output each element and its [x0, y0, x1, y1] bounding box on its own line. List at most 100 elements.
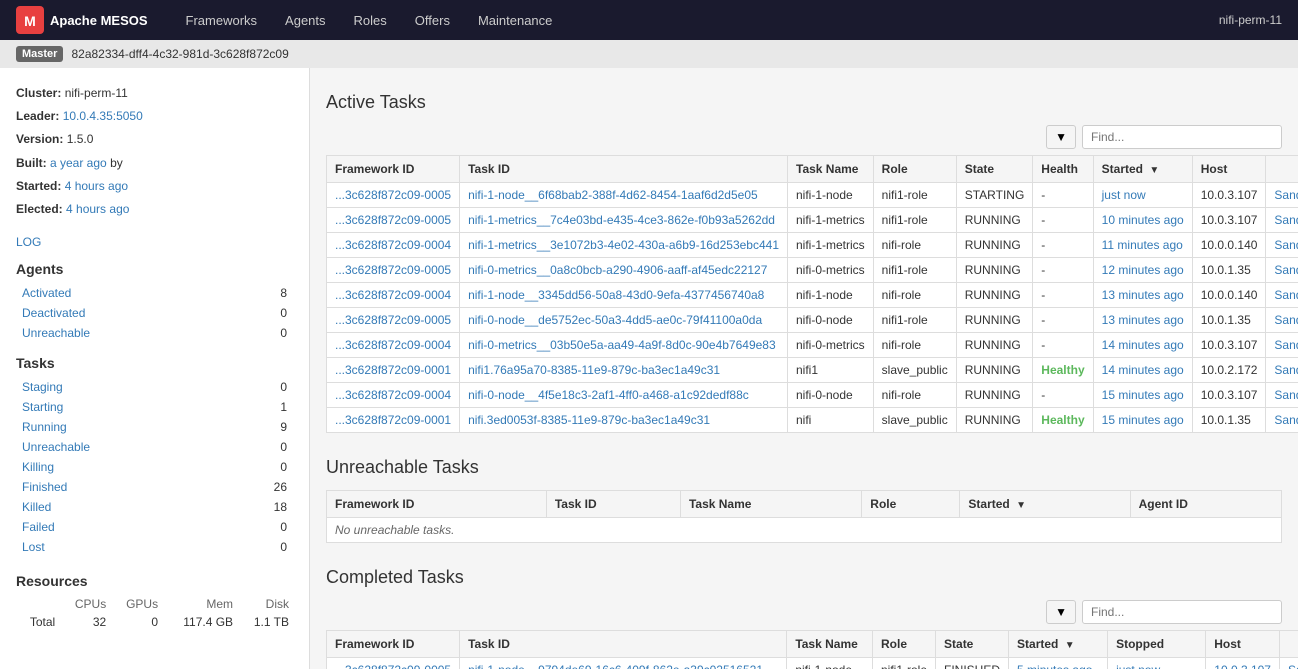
- stopped-link[interactable]: just now: [1116, 663, 1160, 669]
- sandbox-link[interactable]: Sandbox: [1288, 663, 1298, 669]
- nav-maintenance[interactable]: Maintenance: [464, 0, 566, 40]
- task-id-link[interactable]: nifi-0-metrics__03b50e5a-aa49-4a9f-8d0c-…: [468, 338, 776, 352]
- started-value[interactable]: 4 hours ago: [65, 179, 128, 193]
- framework-id-link[interactable]: ...3c628f872c09-0001: [335, 363, 451, 377]
- framework-id-link[interactable]: ...3c628f872c09-0005: [335, 313, 451, 327]
- leader-link[interactable]: 10.0.4.35:5050: [63, 109, 143, 123]
- started-link[interactable]: 5 minutes ago: [1017, 663, 1092, 669]
- completed-col-task-id[interactable]: Task ID: [460, 631, 787, 658]
- started-link[interactable]: just now: [1102, 188, 1146, 202]
- active-col-host[interactable]: Host: [1192, 156, 1266, 183]
- unreachable-col-task-name[interactable]: Task Name: [680, 491, 861, 518]
- sandbox-link[interactable]: Sandbox: [1274, 313, 1298, 327]
- started-link[interactable]: 13 minutes ago: [1102, 288, 1184, 302]
- active-col-started[interactable]: Started ▼: [1093, 156, 1192, 183]
- framework-id-link[interactable]: ...3c628f872c09-0005: [335, 188, 451, 202]
- started-link[interactable]: 13 minutes ago: [1102, 313, 1184, 327]
- unreachable-col-task-id[interactable]: Task ID: [546, 491, 680, 518]
- started-link[interactable]: 12 minutes ago: [1102, 263, 1184, 277]
- task-id-link[interactable]: nifi-1-metrics__3e1072b3-4e02-430a-a6b9-…: [468, 238, 779, 252]
- started-link[interactable]: 14 minutes ago: [1102, 338, 1184, 352]
- task-id-link[interactable]: nifi-1-metrics__7c4e03bd-e435-4ce3-862e-…: [468, 213, 775, 227]
- task-id-link[interactable]: nifi-0-node__4f5e18c3-2af1-4ff0-a468-a1c…: [468, 388, 749, 402]
- tasks-finished[interactable]: Finished 26: [16, 477, 293, 497]
- task-id-link[interactable]: nifi-1-node__6f68bab2-388f-4d62-8454-1aa…: [468, 188, 758, 202]
- framework-id-link[interactable]: ...3c628f872c09-0004: [335, 288, 451, 302]
- unreachable-col-framework-id[interactable]: Framework ID: [327, 491, 547, 518]
- tasks-unreachable[interactable]: Unreachable 0: [16, 437, 293, 457]
- sandbox-link[interactable]: Sandbox: [1274, 213, 1298, 227]
- completed-tasks-search[interactable]: [1082, 600, 1282, 624]
- host-link[interactable]: 10.0.3.107: [1214, 663, 1271, 669]
- started-link[interactable]: 11 minutes ago: [1102, 238, 1183, 252]
- task-id-link[interactable]: nifi-1-node__3345dd56-50a8-43d0-9efa-437…: [468, 288, 764, 302]
- unreachable-col-started[interactable]: Started ▼: [960, 491, 1130, 518]
- sandbox-link[interactable]: Sandbox: [1274, 413, 1298, 427]
- log-link[interactable]: LOG: [16, 235, 293, 249]
- sandbox-link[interactable]: Sandbox: [1274, 288, 1298, 302]
- tasks-killing[interactable]: Killing 0: [16, 457, 293, 477]
- agents-deactivated[interactable]: Deactivated 0: [16, 303, 293, 323]
- active-col-role[interactable]: Role: [873, 156, 956, 183]
- framework-id-link[interactable]: ...3c628f872c09-0005: [335, 663, 451, 669]
- active-col-framework-id[interactable]: Framework ID: [327, 156, 460, 183]
- task-id-link[interactable]: nifi-0-metrics__0a8c0bcb-a290-4906-aaff-…: [468, 263, 767, 277]
- sandbox-link[interactable]: Sandbox: [1274, 238, 1298, 252]
- completed-col-host[interactable]: Host: [1206, 631, 1280, 658]
- completed-col-task-name[interactable]: Task Name: [787, 631, 873, 658]
- master-badge: Master: [16, 46, 63, 62]
- completed-tasks-filter-button[interactable]: ▼: [1046, 600, 1076, 624]
- built-value[interactable]: a year ago: [50, 156, 107, 170]
- sandbox-link[interactable]: Sandbox: [1274, 363, 1298, 377]
- tasks-running[interactable]: Running 9: [16, 417, 293, 437]
- task-id-link[interactable]: nifi.3ed0053f-8385-11e9-879c-ba3ec1a49c3…: [468, 413, 710, 427]
- active-tasks-filter-button[interactable]: ▼: [1046, 125, 1076, 149]
- cell-host: 10.0.3.107: [1206, 658, 1280, 669]
- active-col-task-id[interactable]: Task ID: [460, 156, 788, 183]
- agents-activated[interactable]: Activated 8: [16, 283, 293, 303]
- tasks-staging-label: Staging: [22, 380, 63, 394]
- completed-col-role[interactable]: Role: [872, 631, 935, 658]
- completed-col-started[interactable]: Started ▼: [1009, 631, 1108, 658]
- sandbox-link[interactable]: Sandbox: [1274, 388, 1298, 402]
- framework-id-link[interactable]: ...3c628f872c09-0004: [335, 388, 451, 402]
- unreachable-col-agent-id[interactable]: Agent ID: [1130, 491, 1281, 518]
- tasks-starting[interactable]: Starting 1: [16, 397, 293, 417]
- framework-id-link[interactable]: ...3c628f872c09-0001: [335, 413, 451, 427]
- completed-col-state[interactable]: State: [936, 631, 1009, 658]
- active-tasks-search[interactable]: [1082, 125, 1282, 149]
- task-id-link[interactable]: nifi1.76a95a70-8385-11e9-879c-ba3ec1a49c…: [468, 363, 720, 377]
- framework-id-link[interactable]: ...3c628f872c09-0005: [335, 263, 451, 277]
- active-col-state[interactable]: State: [956, 156, 1033, 183]
- completed-col-stopped[interactable]: Stopped: [1108, 631, 1206, 658]
- sandbox-link[interactable]: Sandbox: [1274, 263, 1298, 277]
- nav-offers[interactable]: Offers: [401, 0, 464, 40]
- started-link[interactable]: 15 minutes ago: [1102, 388, 1184, 402]
- nav-agents[interactable]: Agents: [271, 0, 339, 40]
- task-id-link[interactable]: nifi-1-node__9794de69-16c6-409f-862e-a39…: [468, 663, 763, 669]
- nav-frameworks[interactable]: Frameworks: [172, 0, 272, 40]
- unreachable-col-role[interactable]: Role: [862, 491, 960, 518]
- started-link[interactable]: 14 minutes ago: [1102, 363, 1184, 377]
- framework-id-link[interactable]: ...3c628f872c09-0004: [335, 238, 451, 252]
- agents-unreachable[interactable]: Unreachable 0: [16, 323, 293, 343]
- started-link[interactable]: 15 minutes ago: [1102, 413, 1184, 427]
- active-col-task-name[interactable]: Task Name: [788, 156, 874, 183]
- framework-id-link[interactable]: ...3c628f872c09-0005: [335, 213, 451, 227]
- active-col-health[interactable]: Health: [1033, 156, 1093, 183]
- nav-roles[interactable]: Roles: [340, 0, 401, 40]
- sandbox-link[interactable]: Sandbox: [1274, 338, 1298, 352]
- task-id-link[interactable]: nifi-0-node__de5752ec-50a3-4dd5-ae0c-79f…: [468, 313, 762, 327]
- table-row: ...3c628f872c09-0005 nifi-1-metrics__7c4…: [327, 208, 1298, 233]
- elected-value[interactable]: 4 hours ago: [66, 202, 129, 216]
- sandbox-link[interactable]: Sandbox: [1274, 188, 1298, 202]
- framework-id-link[interactable]: ...3c628f872c09-0004: [335, 338, 451, 352]
- tasks-failed[interactable]: Failed 0: [16, 517, 293, 537]
- tasks-killed[interactable]: Killed 18: [16, 497, 293, 517]
- completed-col-framework-id[interactable]: Framework ID: [327, 631, 460, 658]
- started-link[interactable]: 10 minutes ago: [1102, 213, 1184, 227]
- tasks-staging[interactable]: Staging 0: [16, 377, 293, 397]
- tasks-lost[interactable]: Lost 0: [16, 537, 293, 557]
- cell-task-name: nifi-1-node: [788, 183, 874, 208]
- tasks-starting-count: 1: [280, 400, 287, 414]
